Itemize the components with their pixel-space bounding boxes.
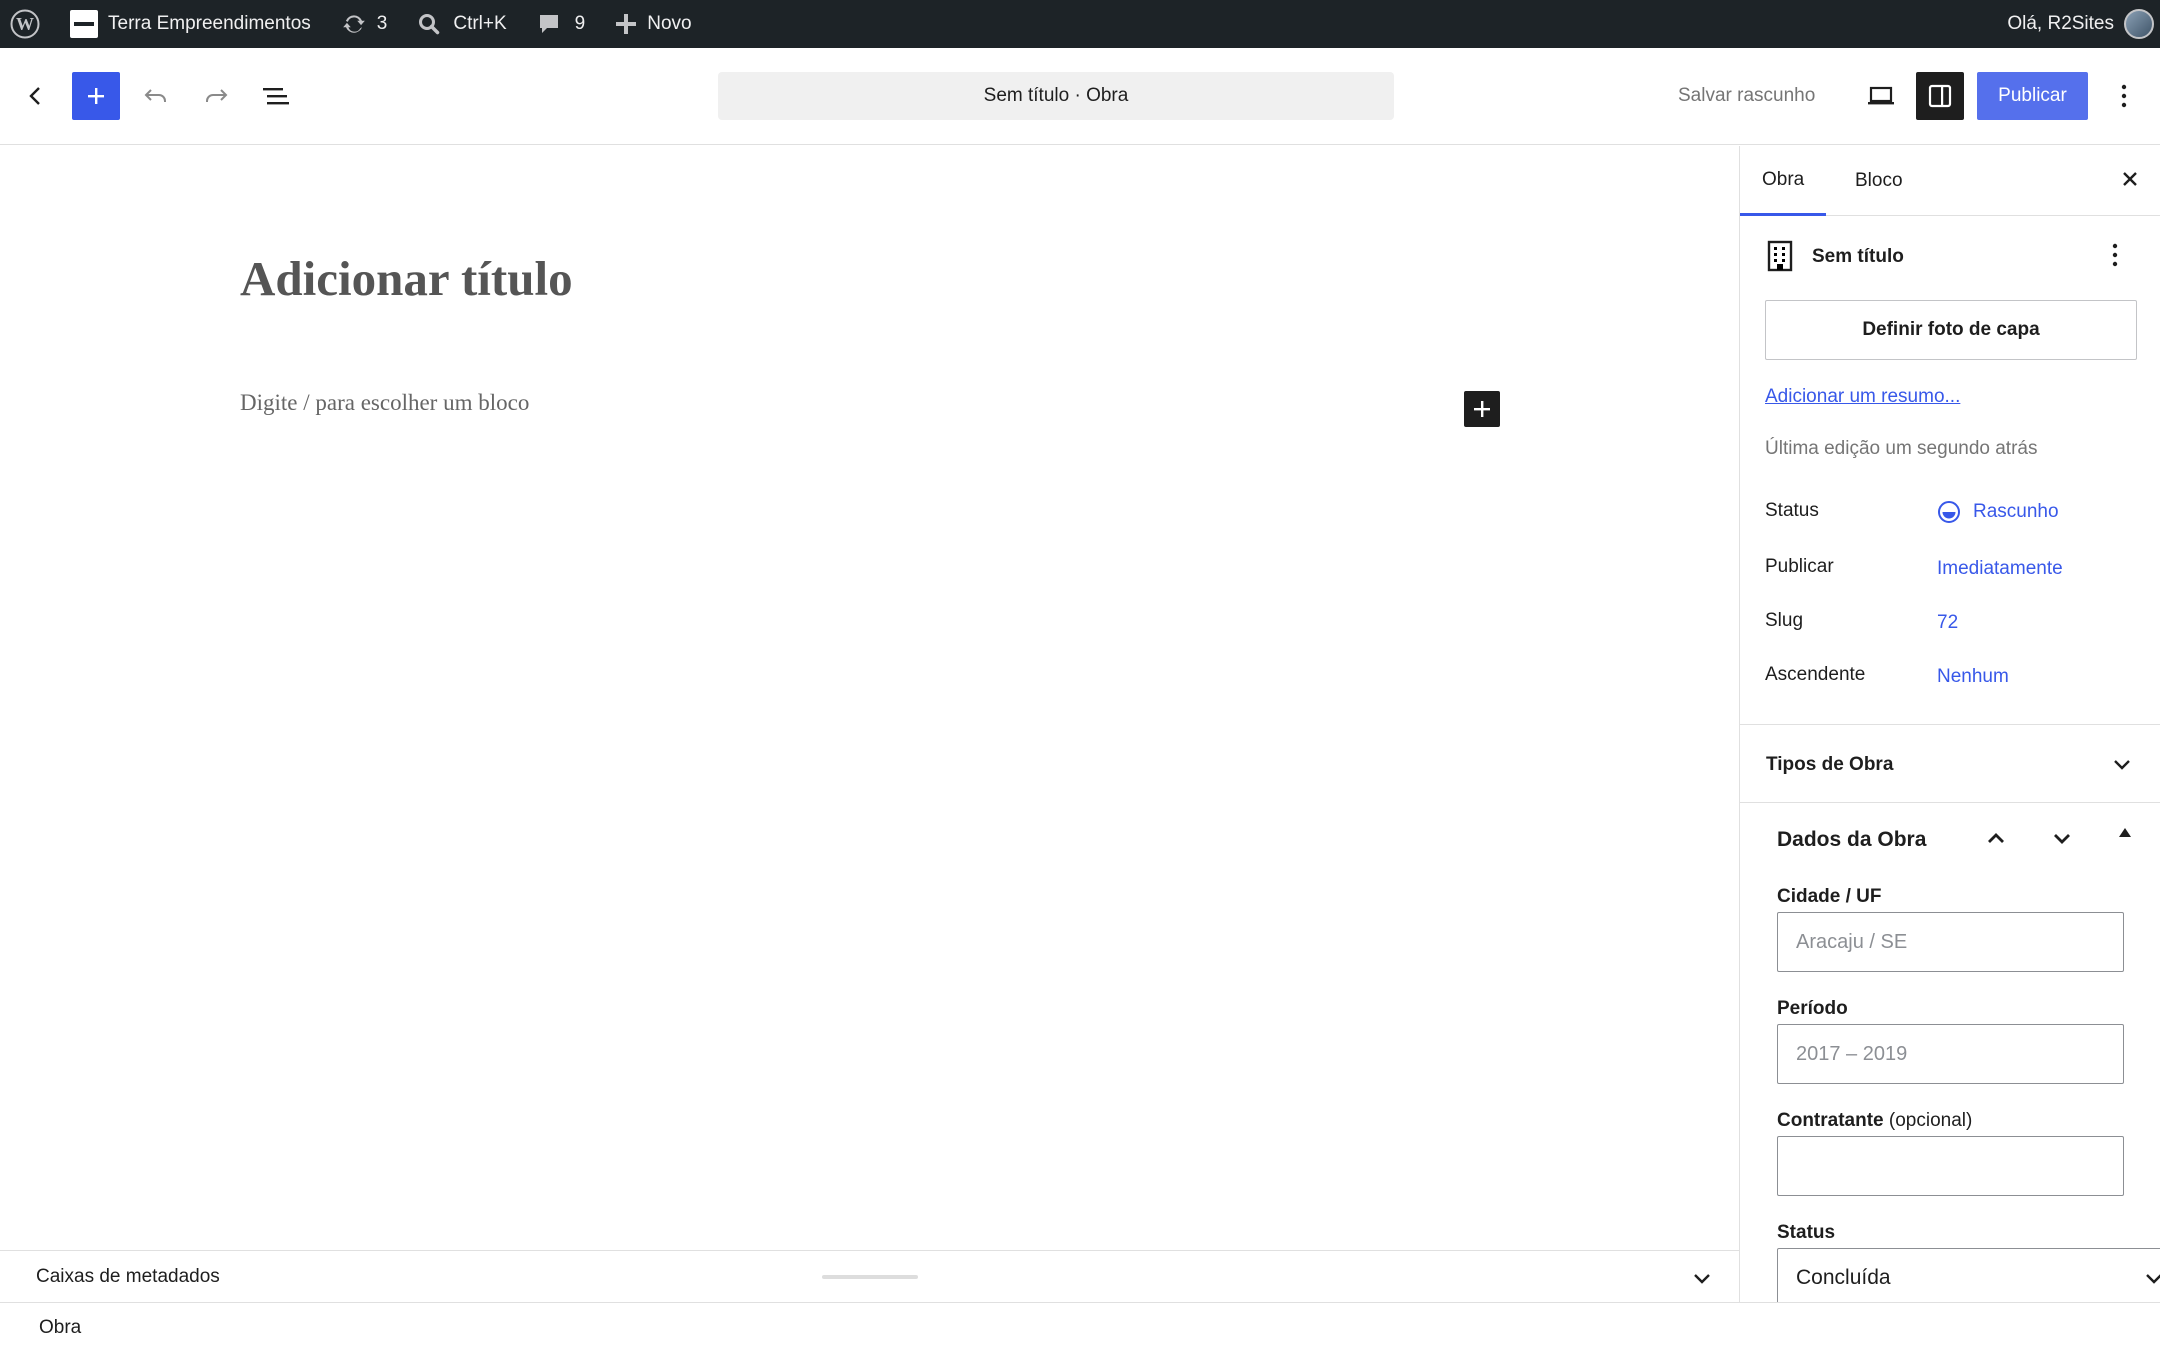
tipos-panel-title[interactable]: Tipos de Obra [1766, 754, 1893, 776]
parent-toggle[interactable]: Nenhum [1937, 666, 2009, 688]
cidade-label: Cidade / UF [1777, 886, 1882, 908]
editor-footer: Obra [0, 1302, 2160, 1350]
post-title-input[interactable]: Adicionar título [240, 250, 573, 307]
add-block-button[interactable] [1464, 391, 1500, 427]
chevron-down-icon[interactable] [2108, 750, 2136, 778]
building-icon [1767, 240, 1793, 272]
avatar [2124, 9, 2154, 39]
post-card-title: Sem título [1812, 246, 1904, 267]
sidebar-icon [1928, 84, 1952, 108]
site-name: Terra Empreendimentos [108, 13, 311, 34]
status-selected: Concluída [1796, 1266, 1891, 1289]
publish-row-label: Publicar [1765, 556, 1834, 577]
settings-sidebar: Obra Bloco Sem título Definir foto de ca… [1739, 146, 2160, 1302]
tab-bloco[interactable]: Bloco [1833, 146, 1925, 216]
redo-button[interactable] [192, 72, 240, 120]
slug-row-label: Slug [1765, 610, 1804, 631]
document-overview-button[interactable] [252, 72, 300, 120]
my-account[interactable]: Olá, R2Sites [2007, 0, 2160, 48]
more-vertical-icon [2121, 84, 2127, 108]
document-title-bar[interactable]: Sem título · Obra [718, 72, 1394, 120]
new-content-link[interactable]: Novo [605, 0, 701, 48]
optional-hint: (opcional) [1888, 1110, 1973, 1131]
settings-sidebar-toggle[interactable] [1916, 72, 1964, 120]
publish-date-toggle[interactable]: Imediatamente [1937, 558, 2063, 580]
updates-link[interactable]: 3 [331, 0, 398, 48]
metabox-toggle-bar[interactable]: Caixas de metadados [0, 1250, 1739, 1302]
search-icon [419, 14, 440, 35]
chevron-down-icon [2146, 1274, 2160, 1284]
divider [1740, 802, 2160, 803]
updates-icon [342, 15, 365, 33]
updates-count: 3 [376, 13, 388, 34]
parent-row-label: Ascendente [1765, 664, 1866, 685]
collapse-triangle-icon[interactable] [2119, 828, 2131, 837]
divider [1740, 724, 2160, 725]
periodo-label-text: Período [1777, 998, 1848, 1019]
undo-icon [144, 89, 166, 102]
publish-button[interactable]: Publicar [1977, 72, 2088, 120]
editor-header: Sem título · Obra Salvar rascunho Public… [0, 48, 2160, 145]
preview-button[interactable] [1857, 72, 1905, 120]
set-featured-image-button[interactable]: Definir foto de capa [1765, 300, 2137, 360]
chevron-left-icon [29, 87, 40, 105]
undo-button[interactable] [132, 72, 180, 120]
slug-toggle[interactable]: 72 [1937, 612, 1958, 634]
status-toggle[interactable]: Rascunho [1937, 500, 2059, 524]
block-inserter-button[interactable] [72, 72, 120, 120]
status-row-label: Status [1765, 500, 1819, 521]
svg-text:W: W [16, 14, 34, 34]
resize-handle[interactable] [822, 1275, 918, 1279]
chevron-down-icon [1694, 1274, 1710, 1284]
chevron-down-icon[interactable] [2048, 824, 2076, 852]
desktop-icon [1868, 86, 1894, 105]
featured-image-label: Definir foto de capa [1862, 319, 2040, 340]
cidade-label-text: Cidade / UF [1777, 886, 1882, 907]
wordpress-logo-icon[interactable]: W [0, 0, 50, 48]
site-logo-icon [70, 10, 98, 38]
draft-status-icon [1938, 501, 1960, 523]
last-edited-text: Última edição um segundo atrás [1765, 438, 2038, 459]
editor-canvas [0, 146, 1739, 1250]
status-select[interactable]: Concluída [1777, 1248, 2160, 1302]
save-draft-button[interactable]: Salvar rascunho [1678, 72, 1815, 120]
block-breadcrumb[interactable]: Obra [39, 1317, 81, 1339]
chevron-up-icon[interactable] [1982, 824, 2010, 852]
back-button[interactable] [12, 72, 60, 120]
comments-count: 9 [574, 13, 586, 34]
admin-bar: W Terra Empreendimentos 3 Ctrl+K 9 Novo … [0, 0, 2160, 48]
tab-obra[interactable]: Obra [1740, 146, 1827, 216]
document-title: Sem título · Obra [983, 85, 1129, 106]
greeting: Olá, R2Sites [2007, 13, 2114, 34]
contratante-label-text: Contratante [1777, 1110, 1884, 1131]
search-shortcut: Ctrl+K [453, 13, 507, 34]
plus-icon [88, 88, 104, 104]
add-excerpt-link[interactable]: Adicionar um resumo... [1765, 386, 1960, 408]
dados-panel-title: Dados da Obra [1777, 828, 1927, 851]
periodo-label: Período [1777, 998, 1848, 1020]
site-name-link[interactable]: Terra Empreendimentos [60, 0, 321, 48]
close-icon[interactable] [2117, 166, 2143, 192]
periodo-input[interactable] [1777, 1024, 2124, 1084]
plus-icon [1474, 401, 1490, 417]
options-button[interactable] [2100, 72, 2148, 120]
status-field-label: Status [1777, 1222, 1836, 1243]
list-view-icon [263, 88, 289, 105]
command-palette-link[interactable]: Ctrl+K [407, 0, 516, 48]
contratante-input[interactable] [1777, 1136, 2124, 1196]
save-draft-label: Salvar rascunho [1678, 85, 1816, 106]
redo-icon [206, 89, 228, 102]
publish-label: Publicar [1998, 85, 2067, 106]
sidebar-tabs: Obra Bloco [1740, 146, 2160, 216]
more-vertical-icon[interactable] [2111, 242, 2119, 268]
block-appender[interactable]: Digite / para escolher um bloco [240, 390, 529, 416]
cidade-input[interactable] [1777, 912, 2124, 972]
metabox-label: Caixas de metadados [36, 1266, 220, 1287]
comments-link[interactable]: 9 [527, 0, 596, 48]
comment-icon [539, 15, 558, 33]
contratante-label: Contratante (opcional) [1777, 1110, 1972, 1132]
status-value: Rascunho [1973, 501, 2059, 522]
new-label: Novo [647, 13, 692, 34]
plus-icon [616, 14, 637, 34]
